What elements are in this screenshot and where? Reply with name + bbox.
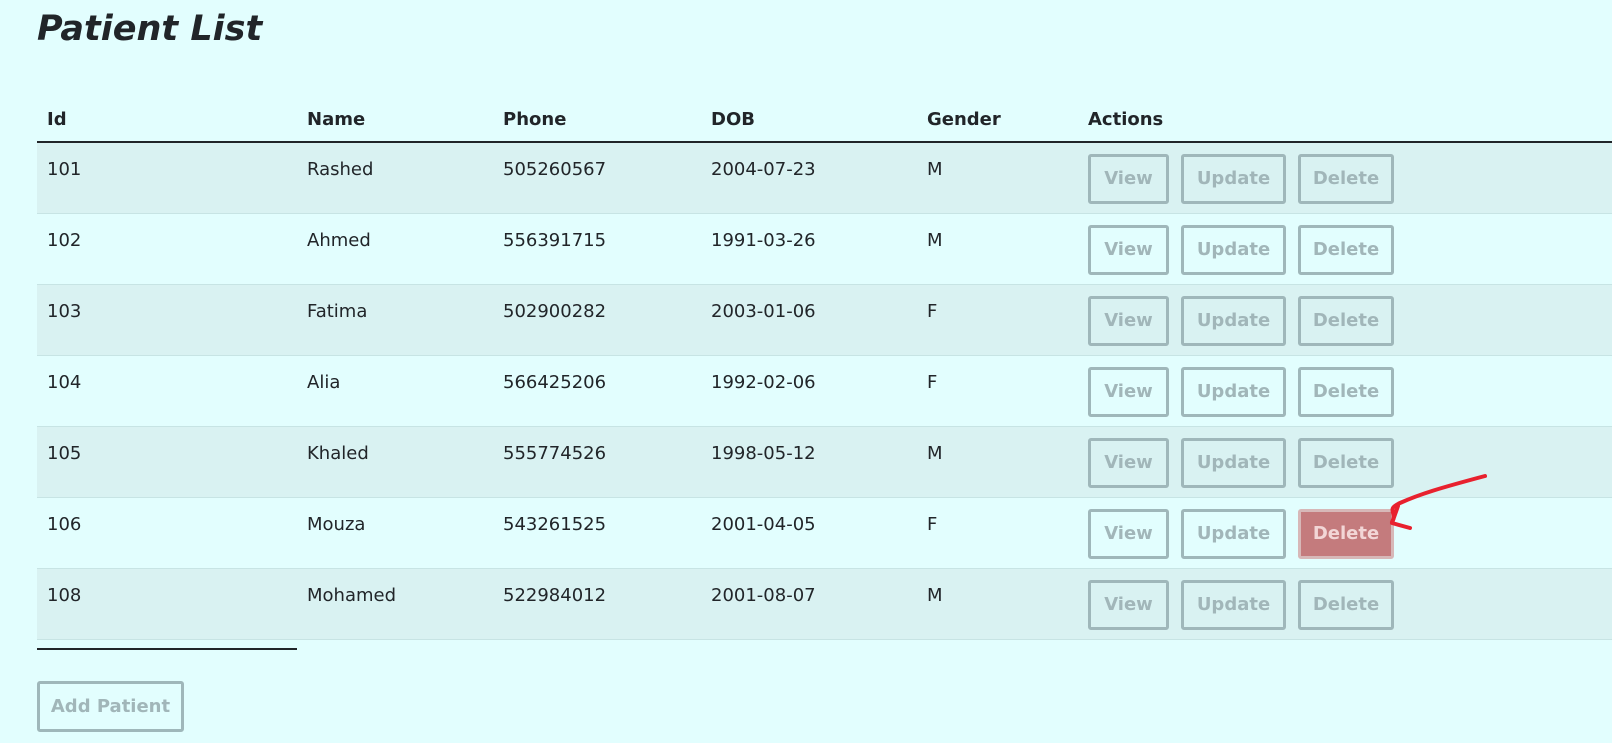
- cell-id: 102: [37, 213, 297, 285]
- delete-button[interactable]: Delete: [1298, 295, 1394, 346]
- cell-id: 105: [37, 426, 297, 498]
- cell-dob: 2001-04-05: [701, 497, 917, 569]
- cell-gender: M: [917, 568, 1078, 640]
- column-header-phone: Phone: [493, 97, 701, 143]
- cell-name: Ahmed: [297, 213, 493, 285]
- cell-dob: 2004-07-23: [701, 142, 917, 214]
- table-row: 108 Mohamed 522984012 2001-08-07 M View Update…: [37, 568, 1612, 640]
- table-header: Id Name Phone DOB Gender Actions: [37, 97, 1612, 143]
- view-button[interactable]: View: [1088, 366, 1169, 417]
- table-row: 101 Rashed 505260567 2004-07-23 M View Update D…: [37, 142, 1612, 214]
- cell-phone: 522984012: [493, 568, 701, 640]
- delete-button[interactable]: Delete: [1298, 508, 1394, 559]
- cell-actions: View Update Delete: [1078, 284, 1612, 356]
- cell-name: Mouza: [297, 497, 493, 569]
- column-header-dob: DOB: [701, 97, 917, 143]
- cell-name: Rashed: [297, 142, 493, 214]
- view-button[interactable]: View: [1088, 295, 1169, 346]
- cell-actions: View Update Delete: [1078, 213, 1612, 285]
- cell-dob: 1998-05-12: [701, 426, 917, 498]
- delete-button[interactable]: Delete: [1298, 437, 1394, 488]
- cell-phone: 566425206: [493, 355, 701, 427]
- cell-gender: M: [917, 426, 1078, 498]
- table-row: 103 Fatima 502900282 2003-01-06 F View Update D…: [37, 284, 1612, 356]
- delete-button[interactable]: Delete: [1298, 154, 1394, 204]
- column-header-name: Name: [297, 97, 493, 143]
- update-button[interactable]: Update: [1181, 154, 1286, 204]
- add-patient-button[interactable]: Add Patient: [37, 681, 184, 732]
- table-row: 105 Khaled 555774526 1998-05-12 M View Update D…: [37, 426, 1612, 498]
- cell-actions: View Update Delete: [1078, 497, 1612, 569]
- cell-phone: 502900282: [493, 284, 701, 356]
- delete-button[interactable]: Delete: [1298, 366, 1394, 417]
- cell-actions: View Update Delete: [1078, 142, 1612, 214]
- cell-id: 106: [37, 497, 297, 569]
- cell-phone: 556391715: [493, 213, 701, 285]
- table-row: 102 Ahmed 556391715 1991-03-26 M View Update De…: [37, 213, 1612, 285]
- view-button[interactable]: View: [1088, 154, 1169, 204]
- cell-actions: View Update Delete: [1078, 426, 1612, 498]
- update-button[interactable]: Update: [1181, 579, 1286, 630]
- cell-id: 101: [37, 142, 297, 214]
- cell-actions: View Update Delete: [1078, 568, 1612, 640]
- view-button[interactable]: View: [1088, 579, 1169, 630]
- cell-id: 104: [37, 355, 297, 427]
- cell-gender: F: [917, 284, 1078, 356]
- header-row: Id Name Phone DOB Gender Actions: [37, 97, 1612, 143]
- delete-button[interactable]: Delete: [1298, 579, 1394, 630]
- column-header-actions: Actions: [1078, 97, 1612, 143]
- view-button[interactable]: View: [1088, 437, 1169, 488]
- cell-id: 103: [37, 284, 297, 356]
- cell-gender: F: [917, 497, 1078, 569]
- update-button[interactable]: Update: [1181, 508, 1286, 559]
- cell-phone: 543261525: [493, 497, 701, 569]
- table-row: 104 Alia 566425206 1992-02-06 F View Update Del…: [37, 355, 1612, 427]
- cell-gender: M: [917, 213, 1078, 285]
- table-body: 101 Rashed 505260567 2004-07-23 M View Update D…: [37, 142, 1612, 640]
- view-button[interactable]: View: [1088, 508, 1169, 559]
- table-row: 106 Mouza 543261525 2001-04-05 F View Update De…: [37, 497, 1612, 569]
- table-bottom-rule: [37, 648, 297, 650]
- update-button[interactable]: Update: [1181, 295, 1286, 346]
- cell-name: Mohamed: [297, 568, 493, 640]
- patient-table: Id Name Phone DOB Gender Actions 101 Rash…: [37, 97, 1612, 640]
- cell-dob: 1992-02-06: [701, 355, 917, 427]
- cell-phone: 505260567: [493, 142, 701, 214]
- delete-button[interactable]: Delete: [1298, 224, 1394, 275]
- update-button[interactable]: Update: [1181, 224, 1286, 275]
- cell-gender: M: [917, 142, 1078, 214]
- cell-name: Alia: [297, 355, 493, 427]
- cell-gender: F: [917, 355, 1078, 427]
- cell-name: Fatima: [297, 284, 493, 356]
- cell-dob: 1991-03-26: [701, 213, 917, 285]
- cell-dob: 2001-08-07: [701, 568, 917, 640]
- cell-id: 108: [37, 568, 297, 640]
- cell-dob: 2003-01-06: [701, 284, 917, 356]
- page: Patient List Id Name Phone DOB Gender Ac…: [0, 0, 1612, 743]
- update-button[interactable]: Update: [1181, 437, 1286, 488]
- column-header-id: Id: [37, 97, 297, 143]
- cell-name: Khaled: [297, 426, 493, 498]
- update-button[interactable]: Update: [1181, 366, 1286, 417]
- page-title: Patient List: [37, 9, 263, 49]
- cell-phone: 555774526: [493, 426, 701, 498]
- cell-actions: View Update Delete: [1078, 355, 1612, 427]
- view-button[interactable]: View: [1088, 224, 1169, 275]
- column-header-gender: Gender: [917, 97, 1078, 143]
